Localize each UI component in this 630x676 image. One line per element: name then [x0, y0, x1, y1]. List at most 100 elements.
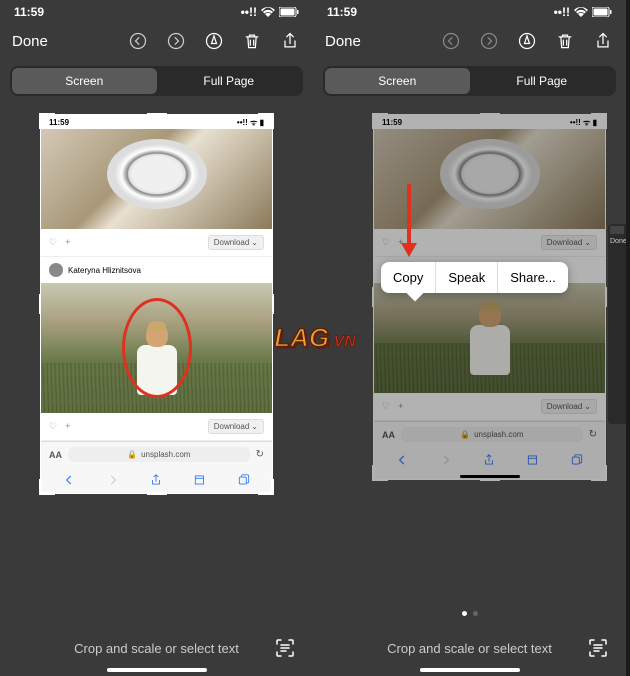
phone-right: 11:59 ••!! Done Screen Full Page Done [313, 0, 626, 676]
home-indicator[interactable] [107, 668, 207, 672]
crop-handle-top[interactable] [147, 113, 167, 116]
photo-actions-2: ♡ + Download ⌄ [374, 393, 605, 421]
next-screenshot-peek[interactable]: Done [608, 224, 626, 424]
home-indicator[interactable] [420, 668, 520, 672]
battery-icon [279, 7, 299, 17]
url-field[interactable]: 🔒 unsplash.com [401, 427, 583, 442]
phone-left: 11:59 ••!! Done Screen Full Page [0, 0, 313, 676]
tab-screen[interactable]: Screen [325, 68, 470, 94]
ss-home-indicator-area [374, 473, 605, 479]
status-icons: ••!! [554, 5, 612, 19]
crop-handle-tr[interactable] [591, 113, 607, 129]
crop-handle-tl[interactable] [39, 113, 55, 129]
chevron-down-icon: ⌄ [251, 238, 258, 247]
child-photo [41, 283, 272, 413]
crop-handle-top[interactable] [480, 113, 500, 116]
share-icon[interactable] [592, 30, 614, 52]
live-text-icon[interactable] [273, 636, 297, 660]
back-icon[interactable] [395, 453, 409, 467]
crop-handle-bottom[interactable] [147, 492, 167, 495]
ss-home-indicator [460, 475, 520, 478]
text-size-button[interactable]: AA [382, 430, 395, 440]
trash-icon[interactable] [554, 30, 576, 52]
lock-icon: 🔒 [460, 430, 470, 439]
dot-1[interactable] [462, 611, 467, 616]
watermark-main: LAG [274, 323, 329, 353]
preview-area[interactable]: Done Copy Speak Share... 11:59 ••!! ᯤ ▮ [313, 104, 626, 604]
download-button-2[interactable]: Download ⌄ [541, 399, 597, 414]
safari-toolbar [374, 447, 605, 473]
tab-full-page[interactable]: Full Page [157, 68, 302, 94]
live-text-icon[interactable] [586, 636, 610, 660]
crop-handle-tr[interactable] [258, 113, 274, 129]
tab-full-page[interactable]: Full Page [470, 68, 615, 94]
heart-icon[interactable]: ♡ [49, 237, 57, 248]
dot-2[interactable] [473, 611, 478, 616]
chevron-down-icon: ⌄ [251, 422, 258, 431]
context-menu: Copy Speak Share... [381, 262, 568, 293]
share-icon[interactable] [279, 30, 301, 52]
heart-icon[interactable]: ♡ [382, 401, 390, 412]
crop-handle-tl[interactable] [372, 113, 388, 129]
author-row[interactable]: Kateryna Hliznitsova [41, 257, 272, 283]
lock-icon: 🔒 [127, 450, 137, 459]
markup-annotation[interactable] [122, 298, 192, 398]
safari-url-bar: AA 🔒 unsplash.com ↻ [374, 421, 605, 447]
bookmarks-icon[interactable] [193, 473, 207, 487]
wifi-icon [574, 7, 588, 17]
plus-icon[interactable]: + [65, 237, 70, 248]
status-time: 11:59 [327, 5, 357, 19]
screenshot-preview[interactable]: 11:59 ••!! ᯤ ▮ ♡ + Download ⌄ Kateryna H… [373, 114, 606, 480]
heart-icon[interactable]: ♡ [49, 421, 57, 432]
crop-handle-bl[interactable] [39, 479, 55, 495]
preview-area[interactable]: 11:59 ••!! ᯤ ▮ ♡ + Download ⌄ Kateryna H… [0, 104, 313, 604]
screenshot-preview[interactable]: 11:59 ••!! ᯤ ▮ ♡ + Download ⌄ Kateryna H… [40, 114, 273, 494]
reload-icon[interactable]: ↻ [256, 449, 264, 460]
crop-handle-br[interactable] [258, 479, 274, 495]
text-size-button[interactable]: AA [49, 450, 62, 460]
share-up-icon[interactable] [482, 453, 496, 467]
device-status-bar: 11:59 ••!! [313, 0, 626, 24]
action-icons-2: ♡ + [382, 401, 403, 412]
food-photo [41, 129, 272, 229]
url-field[interactable]: 🔒 unsplash.com [68, 447, 250, 462]
menu-copy[interactable]: Copy [381, 262, 436, 293]
menu-speak[interactable]: Speak [436, 262, 498, 293]
done-button[interactable]: Done [12, 33, 48, 50]
footer-hint: Crop and scale or select text [40, 641, 273, 656]
download-button[interactable]: Download ⌄ [541, 235, 597, 250]
tabs-icon[interactable] [237, 473, 251, 487]
trash-icon[interactable] [241, 30, 263, 52]
markup-icon[interactable] [516, 30, 538, 52]
done-button[interactable]: Done [325, 33, 361, 50]
url-text: unsplash.com [474, 430, 523, 439]
screenshot-status-bar: 11:59 ••!! ᯤ ▮ [41, 115, 272, 129]
download-button[interactable]: Download ⌄ [208, 235, 264, 250]
plus-icon[interactable]: + [65, 421, 70, 432]
share-up-icon[interactable] [149, 473, 163, 487]
redo-icon[interactable] [478, 30, 500, 52]
photo-actions-2: ♡ + Download ⌄ [41, 413, 272, 441]
tab-screen[interactable]: Screen [12, 68, 157, 94]
heart-icon[interactable]: ♡ [382, 237, 390, 248]
forward-icon[interactable] [106, 473, 120, 487]
undo-icon[interactable] [127, 30, 149, 52]
markup-icon[interactable] [203, 30, 225, 52]
child-photo [374, 283, 605, 393]
reload-icon[interactable]: ↻ [589, 429, 597, 440]
battery-icon [592, 7, 612, 17]
download-button-2[interactable]: Download ⌄ [208, 419, 264, 434]
menu-share[interactable]: Share... [498, 262, 568, 293]
action-icons: ♡ + [49, 237, 70, 248]
undo-icon[interactable] [440, 30, 462, 52]
plate-graphic [107, 139, 207, 209]
safari-toolbar [41, 467, 272, 493]
back-icon[interactable] [62, 473, 76, 487]
redo-icon[interactable] [165, 30, 187, 52]
forward-icon[interactable] [439, 453, 453, 467]
tabs-icon[interactable] [570, 453, 584, 467]
plus-icon[interactable]: + [398, 401, 403, 412]
child-graphic [465, 303, 515, 383]
bookmarks-icon[interactable] [526, 453, 540, 467]
header-toolbar [127, 30, 301, 52]
